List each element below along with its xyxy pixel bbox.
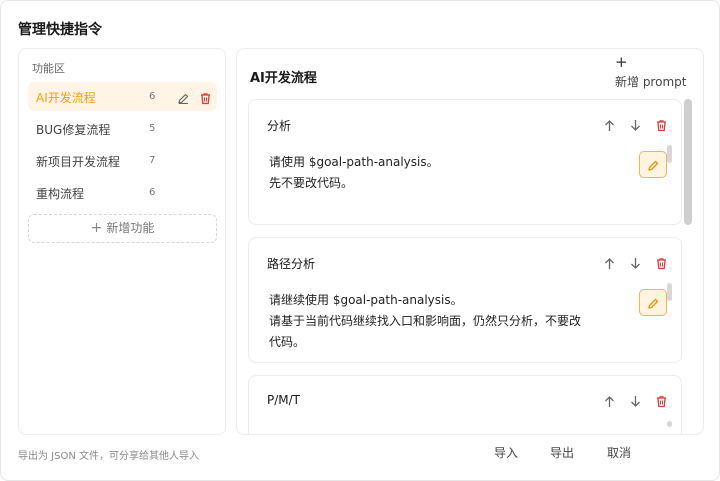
prompt-text-line: 代码。	[269, 335, 306, 349]
prompt-card-title: 路径分析	[267, 257, 316, 271]
trash-icon[interactable]	[655, 255, 668, 270]
function-item-name: 新项目开发流程	[36, 155, 121, 169]
trash-icon[interactable]	[655, 117, 668, 132]
arrow-up-icon[interactable]	[603, 393, 616, 407]
prompt-card-title: 分析	[267, 119, 292, 133]
scrollbar-thumb[interactable]	[684, 99, 692, 225]
function-item-bug-fix[interactable]: BUG修复流程 5	[28, 114, 217, 143]
prompt-panel-title: AI开发流程	[250, 71, 317, 86]
edit-prompt-button[interactable]	[639, 151, 667, 178]
add-function-label: 新增功能	[106, 221, 155, 235]
prompt-text-line: 请基于当前代码继续找入口和影响面，仍然只分析，不要改	[269, 314, 582, 328]
function-item-refactor[interactable]: 重构流程 6	[28, 178, 217, 207]
function-item-count: 6	[149, 91, 156, 102]
prompt-card: P/M/T	[248, 375, 682, 434]
arrow-up-icon[interactable]	[603, 255, 616, 269]
prompt-text-line: 请继续使用 $goal-path-analysis。	[269, 293, 463, 307]
function-item-name: AI开发流程	[36, 91, 96, 105]
new-prompt-button[interactable]: + 新增 prompt	[613, 53, 687, 90]
arrow-down-icon[interactable]	[629, 117, 642, 131]
cancel-button[interactable]: 取消	[607, 444, 631, 461]
function-item-count: 7	[149, 155, 156, 166]
function-item-count: 6	[149, 187, 156, 198]
prompt-card-text: 请继续使用 $goal-path-analysis。 请基于当前代码继续找入口和…	[269, 290, 621, 353]
function-item-ai-dev[interactable]: AI开发流程 6	[28, 82, 217, 111]
prompt-text-line: 先不要改代码。	[269, 176, 354, 190]
plus-icon: +	[90, 220, 103, 236]
pencil-icon[interactable]	[177, 90, 190, 104]
function-item-count: 5	[149, 123, 156, 134]
prompt-panel: AI开发流程 + 新增 prompt 分析 请使用 $goal-path-ana…	[236, 48, 704, 435]
export-hint: 导出为 JSON 文件，可分享给其他人导入	[18, 451, 200, 462]
function-item-new-project[interactable]: 新项目开发流程 7	[28, 146, 217, 175]
edit-prompt-button[interactable]	[639, 289, 667, 316]
function-area-header: 功能区	[32, 62, 65, 75]
card-scrollbar[interactable]	[667, 145, 672, 163]
pencil-icon	[648, 160, 659, 171]
prompt-card-title: P/M/T	[267, 393, 301, 407]
dialog-title: 管理快捷指令	[18, 22, 102, 38]
import-button[interactable]: 导入	[494, 444, 518, 461]
trash-icon[interactable]	[655, 393, 668, 408]
function-item-name: 重构流程	[36, 187, 85, 201]
prompt-card: 路径分析 请继续使用 $goal-path-analysis。 请基于当前代码继…	[248, 237, 682, 363]
pencil-icon	[648, 298, 659, 309]
prompt-card: 分析 请使用 $goal-path-analysis。 先不要改代码。	[248, 99, 682, 225]
export-button[interactable]: 导出	[550, 444, 574, 461]
function-item-name: BUG修复流程	[36, 123, 111, 137]
plus-icon: +	[615, 53, 628, 71]
manage-shortcuts-dialog: 管理快捷指令 功能区 AI开发流程 6 BUG修复流程 5 新项目开发流程 7 …	[0, 0, 720, 481]
arrow-down-icon[interactable]	[629, 255, 642, 269]
card-scrollbar[interactable]	[667, 283, 672, 301]
trash-icon[interactable]	[199, 90, 212, 105]
add-function-button[interactable]: + 新增功能	[28, 214, 217, 243]
arrow-up-icon[interactable]	[603, 117, 616, 131]
arrow-down-icon[interactable]	[629, 393, 642, 407]
new-prompt-label: 新增 prompt	[615, 75, 687, 89]
prompt-text-line: 请使用 $goal-path-analysis。	[269, 155, 439, 169]
prompt-card-text: 请使用 $goal-path-analysis。 先不要改代码。	[269, 152, 621, 194]
function-area-panel: 功能区 AI开发流程 6 BUG修复流程 5 新项目开发流程 7 重构流程 6 …	[18, 48, 226, 435]
card-scrollbar[interactable]	[667, 421, 672, 427]
